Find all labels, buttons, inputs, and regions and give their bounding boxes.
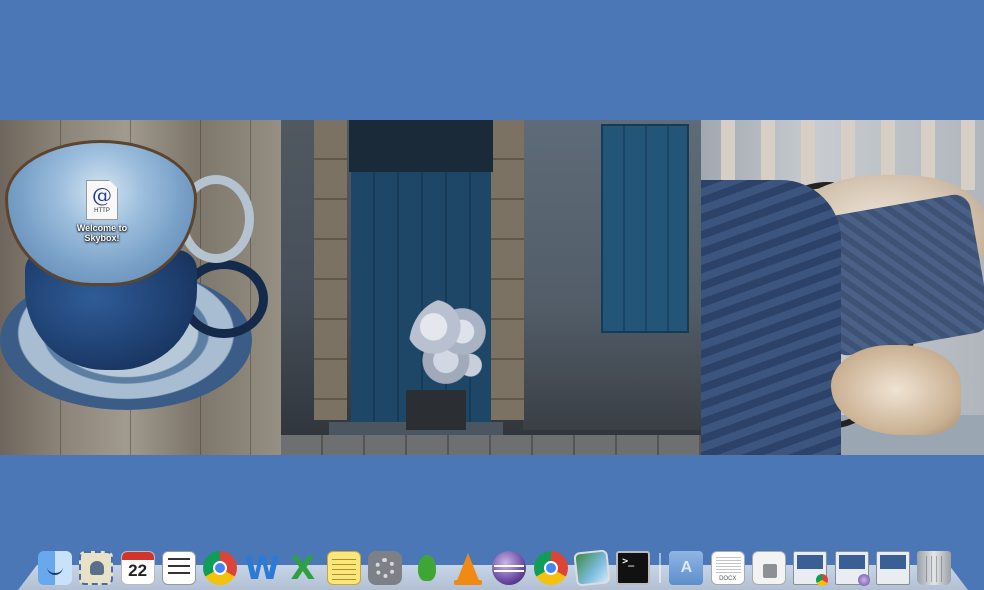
preview-icon[interactable] (573, 549, 611, 587)
disk-image-icon[interactable] (752, 551, 787, 585)
stickies-icon[interactable] (327, 551, 362, 585)
applications-folder-icon[interactable] (669, 551, 704, 585)
screenshot-thumbnail-icon[interactable] (834, 551, 870, 586)
desktop-wallpaper (0, 120, 984, 455)
chrome-icon[interactable] (203, 551, 238, 585)
file-type-label: HTTP (94, 208, 110, 214)
screenshot-thumbnail-icon[interactable] (875, 551, 910, 585)
desktop-file-label: Welcome to Skybox! (76, 223, 128, 243)
word-glyph: W (244, 549, 280, 587)
calendar-date: 22 (128, 561, 148, 580)
wallpaper-panel-teacups (0, 120, 281, 455)
stone-pillar-image (314, 120, 347, 420)
http-document-icon: @ HTTP (86, 180, 118, 220)
reminders-icon[interactable] (161, 551, 196, 585)
dock-separator (659, 553, 662, 583)
blue-shutter-image (601, 124, 689, 333)
docx-label: DOCX (719, 576, 737, 582)
dock: 22 W X >_ DOCX (38, 545, 952, 587)
terminal-icon[interactable]: >_ (616, 551, 651, 585)
excel-icon[interactable]: X (286, 551, 320, 585)
wallpaper-panel-blue-door (281, 120, 701, 455)
finder-icon[interactable] (38, 551, 72, 585)
calendar-icon[interactable]: 22 (120, 551, 155, 585)
stone-pillar-image (491, 120, 524, 420)
eclipse-icon[interactable] (492, 551, 527, 585)
adium-icon[interactable] (410, 551, 444, 585)
cobblestone-image (281, 435, 701, 455)
desktop-file-welcome[interactable]: @ HTTP Welcome to Skybox! (72, 180, 132, 243)
flower-pot-image (406, 390, 466, 430)
trash-icon[interactable] (917, 551, 952, 585)
docx-document-icon[interactable]: DOCX (710, 551, 745, 585)
screenshot-thumbnail-icon[interactable] (793, 551, 829, 586)
word-icon[interactable]: W (244, 549, 280, 587)
hydrangea-flowers-image (409, 298, 491, 394)
chrome-icon[interactable] (533, 551, 568, 585)
system-preferences-icon[interactable] (368, 551, 403, 585)
wallpaper-panel-knit-chair (701, 120, 984, 455)
mail-icon[interactable] (79, 551, 114, 585)
vlc-icon[interactable] (451, 551, 485, 585)
door-lintel-image (349, 120, 493, 172)
knit-throw-image (701, 180, 841, 455)
terminal-prompt: >_ (622, 556, 635, 567)
excel-glyph: X (290, 549, 316, 587)
